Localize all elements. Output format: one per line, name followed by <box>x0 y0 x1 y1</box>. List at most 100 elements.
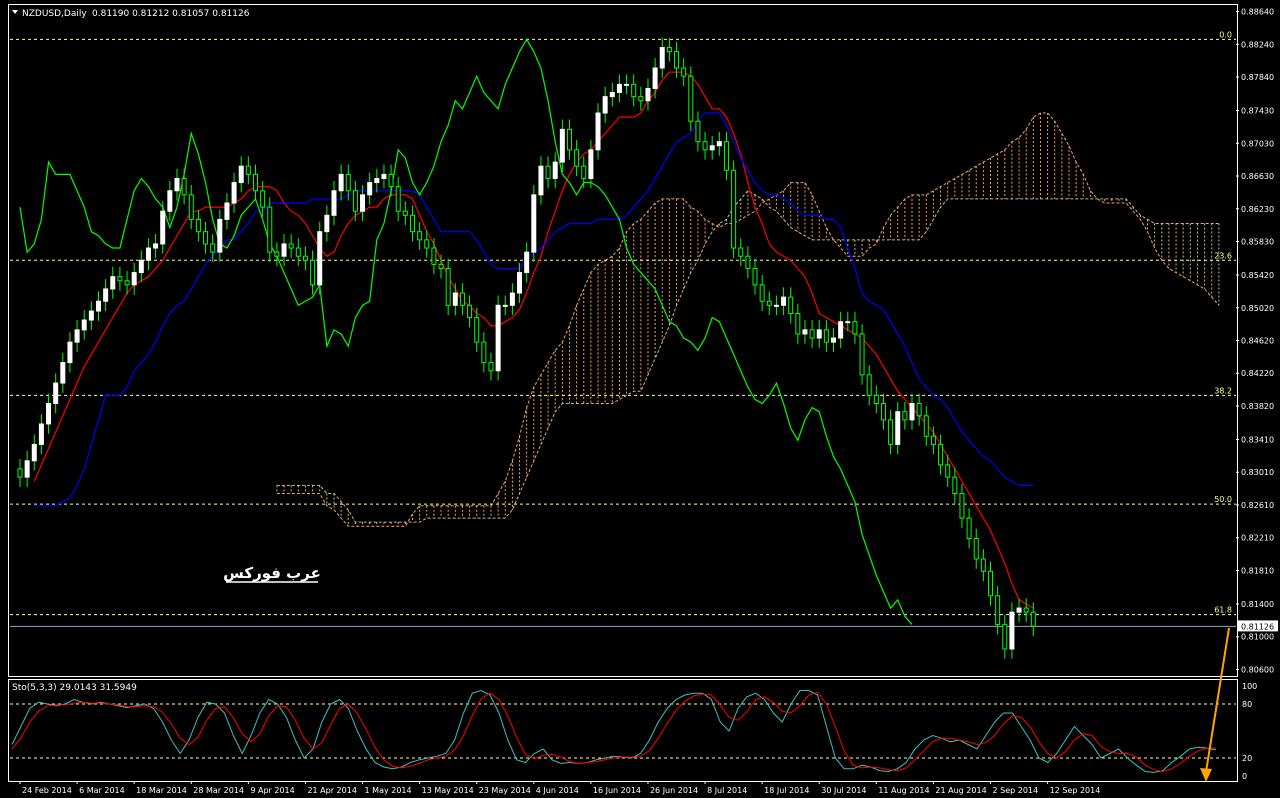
candle-body[interactable] <box>738 247 744 257</box>
candle-body[interactable] <box>153 243 159 249</box>
candle-body[interactable] <box>745 255 751 269</box>
candle-body[interactable] <box>195 218 201 233</box>
candle-body[interactable] <box>795 312 801 335</box>
candle-body[interactable] <box>859 333 865 376</box>
candle-body[interactable] <box>652 67 658 89</box>
candle-body[interactable] <box>816 329 822 339</box>
candle-body[interactable] <box>53 382 59 405</box>
candle-body[interactable] <box>302 255 308 261</box>
candle-body[interactable] <box>352 190 358 212</box>
candle-body[interactable] <box>324 214 330 233</box>
candle-body[interactable] <box>345 173 351 192</box>
candle-body[interactable] <box>224 202 230 220</box>
candle-body[interactable] <box>381 173 387 179</box>
candle-body[interactable] <box>773 304 779 307</box>
candle-body[interactable] <box>980 558 986 572</box>
candle-body[interactable] <box>295 247 301 257</box>
candle-body[interactable] <box>809 329 815 339</box>
candle-body[interactable] <box>538 165 544 196</box>
candle-body[interactable] <box>167 190 173 212</box>
candle-body[interactable] <box>731 169 737 249</box>
candle-body[interactable] <box>31 443 37 462</box>
candle-body[interactable] <box>609 92 615 98</box>
candle-body[interactable] <box>424 239 430 249</box>
candle-body[interactable] <box>260 190 266 208</box>
candle-body[interactable] <box>923 415 929 437</box>
candle-body[interactable] <box>895 411 901 445</box>
candle-body[interactable] <box>574 149 580 167</box>
candle-body[interactable] <box>588 149 594 179</box>
candle-body[interactable] <box>74 329 80 343</box>
candle-body[interactable] <box>888 419 894 445</box>
candle-body[interactable] <box>395 186 401 212</box>
candle-body[interactable] <box>481 341 487 364</box>
candle-body[interactable] <box>367 182 373 196</box>
candle-body[interactable] <box>595 112 601 151</box>
candle-body[interactable] <box>203 231 209 245</box>
candle-body[interactable] <box>681 67 687 77</box>
candle-body[interactable] <box>138 259 144 274</box>
candle-body[interactable] <box>459 292 465 306</box>
candle-body[interactable] <box>702 141 708 151</box>
candle-body[interactable] <box>402 210 408 216</box>
candle-body[interactable] <box>752 267 758 286</box>
candle-body[interactable] <box>852 321 858 335</box>
candle-body[interactable] <box>552 161 558 179</box>
candle-body[interactable] <box>110 276 116 290</box>
candle-body[interactable] <box>495 304 501 372</box>
candle-body[interactable] <box>238 165 244 184</box>
candle-body[interactable] <box>1016 607 1022 613</box>
candle-body[interactable] <box>245 165 251 175</box>
candle-body[interactable] <box>17 468 23 478</box>
candle-body[interactable] <box>1002 623 1008 650</box>
candle-body[interactable] <box>909 403 915 421</box>
candle-body[interactable] <box>631 83 637 98</box>
candle-body[interactable] <box>559 128 565 163</box>
candle-body[interactable] <box>666 47 672 53</box>
candle-body[interactable] <box>823 329 829 343</box>
candle-body[interactable] <box>938 443 944 466</box>
candle-body[interactable] <box>973 538 979 560</box>
candle-body[interactable] <box>930 435 936 445</box>
candle-body[interactable] <box>566 128 572 151</box>
candle-body[interactable] <box>788 296 794 314</box>
candle-body[interactable] <box>873 394 879 405</box>
candle-body[interactable] <box>766 300 772 306</box>
candle-body[interactable] <box>88 310 94 321</box>
candle-body[interactable] <box>274 251 280 257</box>
candle-body[interactable] <box>181 177 187 196</box>
candle-body[interactable] <box>638 96 644 102</box>
candle-body[interactable] <box>231 182 237 204</box>
candle-body[interactable] <box>759 284 765 302</box>
candle-body[interactable] <box>1030 611 1036 627</box>
candle-body[interactable] <box>880 403 886 421</box>
candle-body[interactable] <box>838 321 844 339</box>
candle-body[interactable] <box>281 243 287 257</box>
candle-body[interactable] <box>995 595 1001 625</box>
candle-body[interactable] <box>695 120 701 143</box>
candle-body[interactable] <box>388 173 394 188</box>
candle-body[interactable] <box>502 304 508 307</box>
candle-body[interactable] <box>624 83 630 86</box>
candle-body[interactable] <box>188 194 194 220</box>
candle-body[interactable] <box>952 476 958 495</box>
candle-body[interactable] <box>95 300 101 312</box>
candle-body[interactable] <box>545 165 551 179</box>
candle-body[interactable] <box>452 292 458 306</box>
candle-body[interactable] <box>124 280 130 286</box>
candle-body[interactable] <box>831 337 837 343</box>
candle-body[interactable] <box>866 374 872 396</box>
candle-body[interactable] <box>210 243 216 253</box>
candle-body[interactable] <box>509 292 515 306</box>
candle-body[interactable] <box>24 460 30 478</box>
candle-body[interactable] <box>716 141 722 147</box>
candle-body[interactable] <box>988 570 994 597</box>
candle-body[interactable] <box>288 243 294 249</box>
candle-body[interactable] <box>431 247 437 265</box>
candle-body[interactable] <box>174 177 180 192</box>
candle-body[interactable] <box>723 141 729 171</box>
candle-body[interactable] <box>945 464 951 478</box>
candle-body[interactable] <box>674 51 680 69</box>
candle-body[interactable] <box>409 214 415 233</box>
candle-body[interactable] <box>709 145 715 151</box>
